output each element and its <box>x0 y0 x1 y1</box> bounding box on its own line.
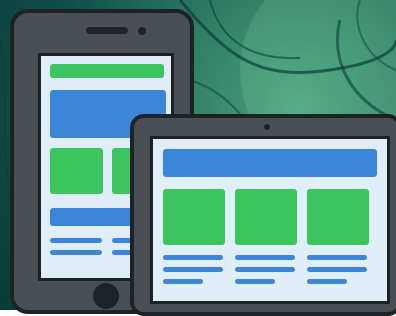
tablet-card-block-3 <box>307 189 369 245</box>
tablet-header-block <box>163 149 377 177</box>
phone-card-block-1 <box>50 148 103 194</box>
phone-camera <box>138 27 146 35</box>
tablet-card-block-1 <box>163 189 225 245</box>
tablet-camera <box>264 124 270 130</box>
tablet-screen <box>150 136 390 304</box>
phone-speaker <box>86 27 128 34</box>
tablet-text-line <box>163 279 203 284</box>
tablet-text-line <box>235 267 295 272</box>
tablet-text-line <box>163 267 223 272</box>
phone-text-line <box>50 238 102 243</box>
tablet-icon <box>130 114 396 316</box>
tablet-text-line <box>307 255 367 260</box>
phone-home-button <box>93 283 119 309</box>
tablet-text-line <box>163 255 223 260</box>
tablet-text-line <box>235 255 295 260</box>
tablet-card-block-2 <box>235 189 297 245</box>
phone-header-block <box>50 64 164 78</box>
tablet-text-line <box>235 279 275 284</box>
tablet-text-line <box>307 267 367 272</box>
tablet-text-line <box>307 279 347 284</box>
phone-text-line <box>50 250 102 255</box>
